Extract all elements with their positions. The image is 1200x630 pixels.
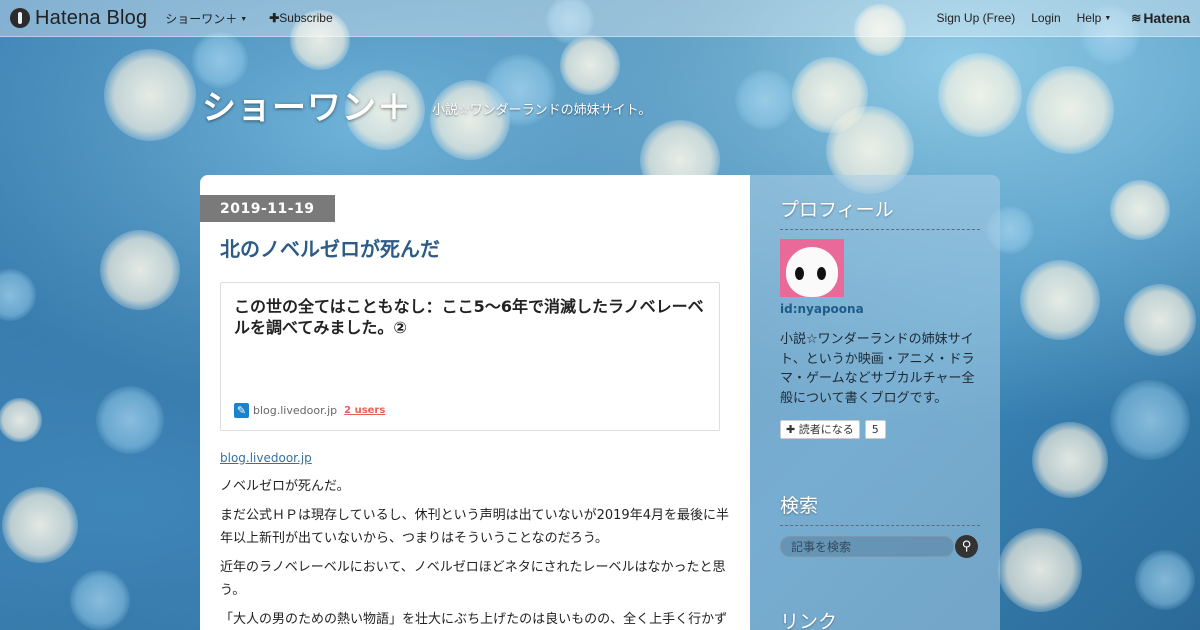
search-heading: 検索 (780, 495, 819, 517)
blog-title[interactable]: ショーワン＋ (202, 80, 412, 129)
plus-icon: ✚ (786, 423, 799, 436)
entry-paragraph: まだ公式ＨＰは現存しているし、休刊という声明は出ていないが2019年4月を最後に… (220, 508, 729, 546)
bokeh-light (1135, 550, 1195, 610)
bokeh-light (998, 528, 1082, 612)
entry-paragraph: 「大人の男のための熱い物語」を壮大にぶち上げたのは良いものの、全く上手く行かず (220, 612, 728, 627)
subscribe-button[interactable]: ✚Subscribe (269, 11, 332, 25)
embed-title[interactable]: この世の全てはこともなし：ここ5〜6年で消滅したラノベレーベルを調べてみました。… (234, 296, 704, 338)
bookmark-users-count[interactable]: 2 users (344, 405, 385, 416)
caret-down-icon: ▼ (1104, 15, 1112, 23)
entry-date[interactable]: 2019-11-19 (200, 195, 335, 222)
help-label: Help (1076, 11, 1102, 25)
entry-article: 2019-11-19 北のノベルゼロが死んだ この世の全てはこともなし：ここ5〜… (200, 175, 750, 630)
hatena-blog-logo[interactable]: Hatena Blog (10, 7, 147, 30)
links-heading: リンク (780, 611, 838, 630)
blog-description: 小説☆ワンダーランドの姉妹サイト。 (432, 103, 652, 118)
search-input[interactable] (780, 536, 954, 557)
avatar-eye (817, 267, 826, 280)
divider (780, 525, 980, 526)
search-icon: ⚲ (961, 539, 972, 554)
bokeh-light (735, 70, 795, 130)
bokeh-light (104, 49, 196, 141)
embed-domain[interactable]: blog.livedoor.jp (253, 404, 337, 417)
plus-icon: ✚ (269, 11, 280, 25)
caret-down-icon: ▼ (240, 15, 248, 23)
profile-description: 小説☆ワンダーランドの姉妹サイト、というか映画・アニメ・ドラマ・ゲームなどサブカ… (780, 332, 975, 406)
bokeh-light (1124, 284, 1196, 356)
divider (780, 229, 980, 230)
bokeh-light (1032, 422, 1108, 498)
bokeh-light (0, 398, 42, 442)
login-link[interactable]: Login (1031, 11, 1060, 25)
become-reader-button[interactable]: ✚ 読者になる (780, 420, 860, 439)
hatena-blog-logo-icon (10, 8, 30, 28)
bokeh-light (1110, 180, 1170, 240)
entry-paragraph: 近年のラノベレーベルにおいて、ノベルゼロほどネタにされたレーベルはなかったと思う… (220, 560, 726, 598)
blog-menu-label: ショーワン＋ (165, 11, 238, 26)
top-navigation-bar: Hatena Blog ショーワン＋ ▼ ✚Subscribe Sign Up (… (0, 0, 1200, 37)
become-reader-label: 読者になる (798, 423, 854, 436)
search-button[interactable]: ⚲ (955, 535, 978, 558)
brand-name: Hatena Blog (35, 6, 148, 29)
bokeh-light (1026, 66, 1114, 154)
bokeh-light (96, 386, 164, 454)
avatar-eye (795, 267, 804, 280)
source-link[interactable]: blog.livedoor.jp (220, 451, 312, 465)
bokeh-light (1110, 380, 1190, 460)
hatena-label: Hatena (1143, 10, 1190, 26)
profile-id[interactable]: id:nyapoona (780, 302, 864, 316)
blog-menu-dropdown[interactable]: ショーワン＋ ▼ (165, 10, 247, 27)
embed-card[interactable]: この世の全てはこともなし：ここ5〜6年で消滅したラノベレーベルを調べてみました。… (220, 282, 720, 431)
entry-title[interactable]: 北のノベルゼロが死んだ (220, 233, 440, 262)
bokeh-light (560, 35, 620, 95)
profile-heading: プロフィール (780, 199, 894, 221)
embed-footer: ✎ blog.livedoor.jp 2 users (234, 403, 385, 418)
avatar[interactable] (780, 239, 844, 297)
sidebar: プロフィール id:nyapoona 小説☆ワンダーランドの姉妹サイト、というか… (750, 175, 1000, 630)
signup-link[interactable]: Sign Up (Free) (937, 11, 1016, 25)
help-dropdown[interactable]: Help ▼ (1077, 11, 1112, 25)
reader-count: 5 (864, 420, 886, 439)
bokeh-light (0, 269, 36, 321)
bokeh-light (2, 487, 78, 563)
hatena-wave-icon: ≋ (1131, 11, 1142, 25)
bokeh-light (70, 570, 130, 630)
entry-paragraph: ノベルゼロが死んだ。 (220, 479, 350, 494)
avatar-face (786, 247, 838, 297)
hatena-logo[interactable]: ≋ Hatena (1131, 10, 1190, 26)
bokeh-light (100, 230, 180, 310)
subscribe-reader-widget: ✚ 読者になる 5 (780, 420, 886, 439)
subscribe-label: Subscribe (279, 11, 333, 25)
bokeh-light (938, 53, 1022, 137)
livedoor-favicon-icon: ✎ (234, 403, 249, 418)
bokeh-light (1020, 260, 1100, 340)
